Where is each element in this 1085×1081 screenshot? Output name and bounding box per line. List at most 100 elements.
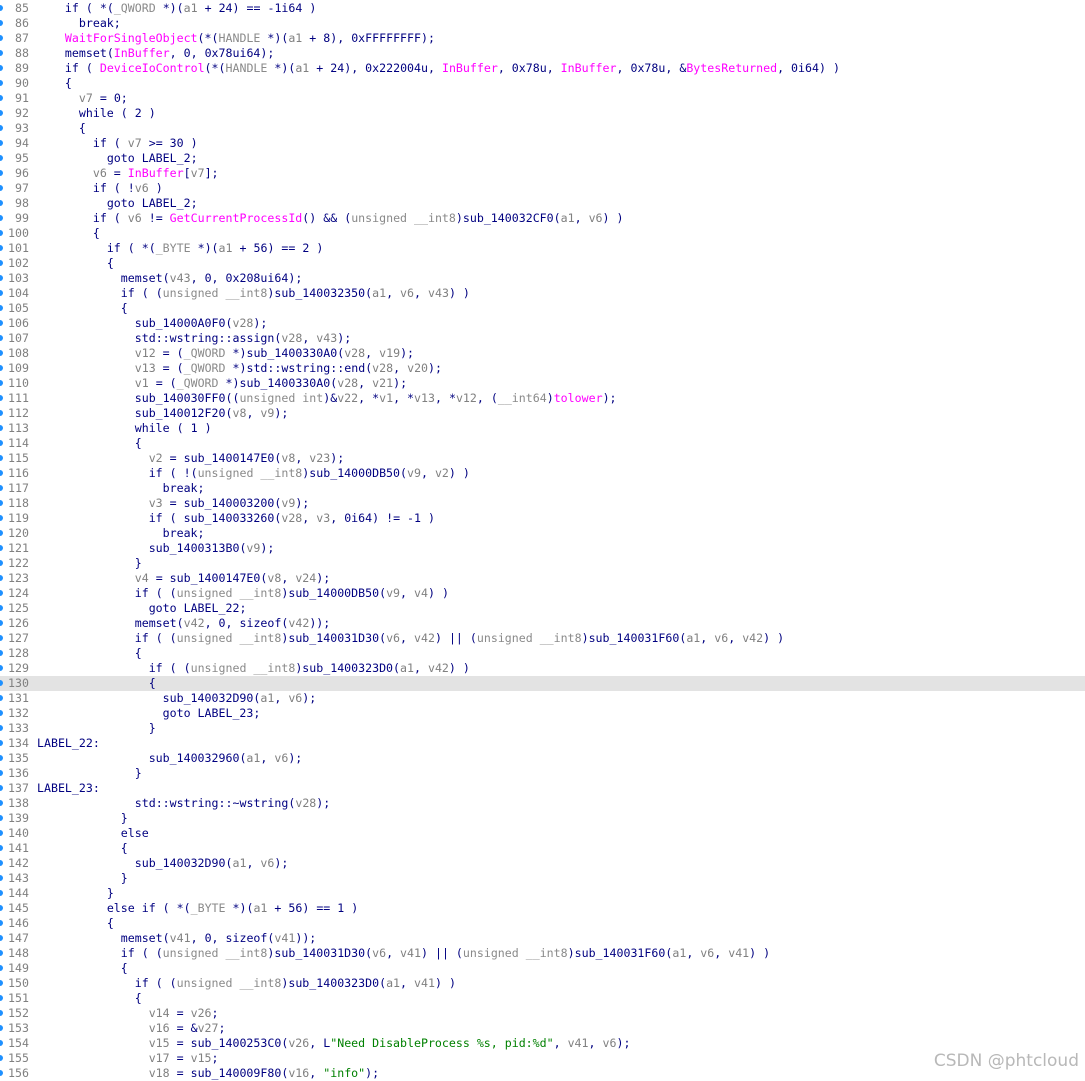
code-line[interactable]: 99 if ( v6 != GetCurrentProcessId() && (… [0,211,1085,226]
code-text[interactable]: { [37,121,86,136]
code-line[interactable]: 148 if ( (unsigned __int8)sub_140031D30(… [0,946,1085,961]
code-line[interactable]: 105 { [0,301,1085,316]
code-line[interactable]: 150 if ( (unsigned __int8)sub_1400323D0(… [0,976,1085,991]
code-line[interactable]: 131 sub_140032D90(a1, v6); [0,691,1085,706]
code-text[interactable]: v4 = sub_1400147E0(v8, v24); [37,571,331,586]
code-line[interactable]: 133 } [0,721,1085,736]
code-text[interactable]: memset(v41, 0, sizeof(v41)); [37,931,317,946]
code-line[interactable]: 153 v16 = &v27; [0,1021,1085,1036]
code-text[interactable]: goto LABEL_22; [37,601,247,616]
code-text[interactable]: std::wstring::assign(v28, v43); [37,331,351,346]
breakpoint-marker-icon[interactable] [0,650,3,656]
code-line[interactable]: 97 if ( !v6 ) [0,181,1085,196]
breakpoint-marker-icon[interactable] [0,845,3,851]
breakpoint-marker-icon[interactable] [0,515,3,521]
breakpoint-marker-icon[interactable] [0,560,3,566]
breakpoint-marker-icon[interactable] [0,980,3,986]
code-text[interactable]: LABEL_22: [37,736,100,751]
code-text[interactable]: if ( (unsigned __int8)sub_1400323D0(a1, … [37,661,470,676]
code-line[interactable]: 154 v15 = sub_1400253C0(v26, L"Need Disa… [0,1036,1085,1051]
breakpoint-marker-icon[interactable] [0,755,3,761]
code-line[interactable]: 144 } [0,886,1085,901]
breakpoint-marker-icon[interactable] [0,635,3,641]
code-text[interactable]: } [37,871,128,886]
breakpoint-marker-icon[interactable] [0,590,3,596]
code-line[interactable]: 96 v6 = InBuffer[v7]; [0,166,1085,181]
breakpoint-marker-icon[interactable] [0,470,3,476]
breakpoint-marker-icon[interactable] [0,95,3,101]
code-line[interactable]: 107 std::wstring::assign(v28, v43); [0,331,1085,346]
breakpoint-marker-icon[interactable] [0,245,3,251]
code-line[interactable]: 149 { [0,961,1085,976]
code-text[interactable]: while ( 1 ) [37,421,212,436]
code-text[interactable]: if ( (unsigned __int8)sub_140032350(a1, … [37,286,470,301]
code-line[interactable]: 136 } [0,766,1085,781]
breakpoint-marker-icon[interactable] [0,5,3,11]
code-line[interactable]: 114 { [0,436,1085,451]
code-text[interactable]: v2 = sub_1400147E0(v8, v23); [37,451,345,466]
breakpoint-marker-icon[interactable] [0,395,3,401]
code-text[interactable]: memset(v42, 0, sizeof(v42)); [37,616,331,631]
breakpoint-marker-icon[interactable] [0,275,3,281]
code-line[interactable]: 103 memset(v43, 0, 0x208ui64); [0,271,1085,286]
code-text[interactable]: break; [37,16,121,31]
code-line[interactable]: 89 if ( DeviceIoControl(*(HANDLE *)(a1 +… [0,61,1085,76]
code-line[interactable]: 117 break; [0,481,1085,496]
breakpoint-marker-icon[interactable] [0,215,3,221]
code-text[interactable]: if ( (unsigned __int8)sub_1400323D0(a1, … [37,976,456,991]
code-line[interactable]: 93 { [0,121,1085,136]
breakpoint-marker-icon[interactable] [0,260,3,266]
breakpoint-marker-icon[interactable] [0,860,3,866]
code-text[interactable]: if ( *(_QWORD *)(a1 + 24) == -1i64 ) [37,1,316,16]
code-text[interactable]: memset(v43, 0, 0x208ui64); [37,271,303,286]
code-text[interactable]: v7 = 0; [37,91,128,106]
breakpoint-marker-icon[interactable] [0,35,3,41]
breakpoint-marker-icon[interactable] [0,110,3,116]
code-line[interactable]: 155 v17 = v15; [0,1051,1085,1066]
breakpoint-marker-icon[interactable] [0,185,3,191]
code-line[interactable]: 139 } [0,811,1085,826]
code-text[interactable]: } [37,811,128,826]
code-text[interactable]: { [37,256,114,271]
code-text[interactable]: v13 = (_QWORD *)std::wstring::end(v28, v… [37,361,442,376]
code-line[interactable]: 127 if ( (unsigned __int8)sub_140031D30(… [0,631,1085,646]
breakpoint-marker-icon[interactable] [0,500,3,506]
breakpoint-marker-icon[interactable] [0,125,3,131]
code-text[interactable]: if ( !v6 ) [37,181,163,196]
code-text[interactable]: goto LABEL_2; [37,151,198,166]
breakpoint-marker-icon[interactable] [0,620,3,626]
code-line[interactable]: 102 { [0,256,1085,271]
code-line[interactable]: 141 { [0,841,1085,856]
code-line[interactable]: 109 v13 = (_QWORD *)std::wstring::end(v2… [0,361,1085,376]
code-line[interactable]: 112 sub_140012F20(v8, v9); [0,406,1085,421]
code-text[interactable]: { [37,226,100,241]
code-text[interactable]: if ( v6 != GetCurrentProcessId() && (uns… [37,211,624,226]
breakpoint-marker-icon[interactable] [0,290,3,296]
code-line[interactable]: 120 break; [0,526,1085,541]
code-text[interactable]: v1 = (_QWORD *)sub_1400330A0(v28, v21); [37,376,407,391]
breakpoint-marker-icon[interactable] [0,905,3,911]
breakpoint-marker-icon[interactable] [0,740,3,746]
breakpoint-marker-icon[interactable] [0,830,3,836]
code-line[interactable]: 129 if ( (unsigned __int8)sub_1400323D0(… [0,661,1085,676]
breakpoint-marker-icon[interactable] [0,440,3,446]
code-line[interactable]: 86 break; [0,16,1085,31]
breakpoint-marker-icon[interactable] [0,1010,3,1016]
breakpoint-marker-icon[interactable] [0,950,3,956]
code-text[interactable]: if ( *(_BYTE *)(a1 + 56) == 2 ) [37,241,324,256]
code-text[interactable]: if ( DeviceIoControl(*(HANDLE *)(a1 + 24… [37,61,840,76]
code-text[interactable]: if ( sub_140033260(v28, v3, 0i64) != -1 … [37,511,435,526]
code-text[interactable]: sub_140032D90(a1, v6); [37,691,317,706]
code-line[interactable]: 111 sub_140030FF0((unsigned int)&v22, *v… [0,391,1085,406]
code-text[interactable]: } [37,886,114,901]
breakpoint-marker-icon[interactable] [0,710,3,716]
code-text[interactable]: if ( (unsigned __int8)sub_140031D30(v6, … [37,631,784,646]
code-text[interactable]: v12 = (_QWORD *)sub_1400330A0(v28, v19); [37,346,414,361]
breakpoint-marker-icon[interactable] [0,425,3,431]
code-line[interactable]: 108 v12 = (_QWORD *)sub_1400330A0(v28, v… [0,346,1085,361]
breakpoint-marker-icon[interactable] [0,695,3,701]
code-line[interactable]: 138 std::wstring::~wstring(v28); [0,796,1085,811]
code-line[interactable]: 156 v18 = sub_140009F80(v16, "info"); [0,1066,1085,1081]
breakpoint-marker-icon[interactable] [0,320,3,326]
breakpoint-marker-icon[interactable] [0,800,3,806]
